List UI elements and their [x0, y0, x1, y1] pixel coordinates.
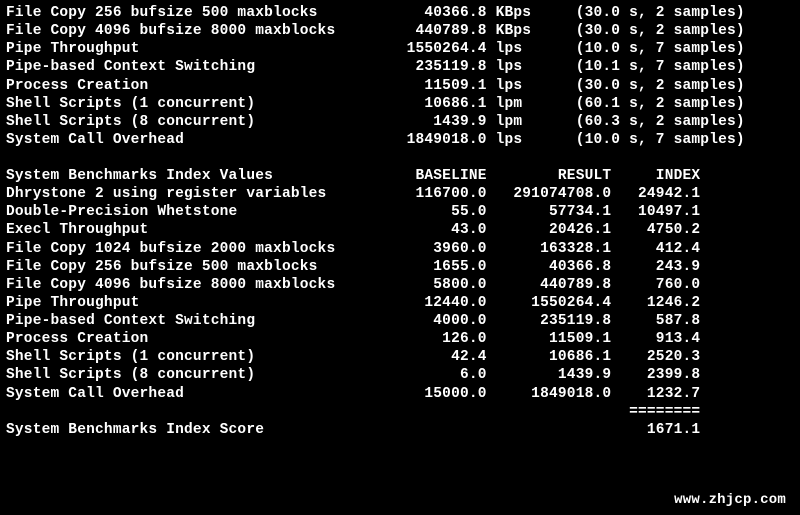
index-separator: ========: [6, 403, 794, 421]
benchmark-row: File Copy 256 bufsize 500 maxblocks 4036…: [6, 4, 794, 22]
index-row: File Copy 256 bufsize 500 maxblocks 1655…: [6, 258, 794, 276]
benchmark-row: Pipe Throughput 1550264.4 lps (10.0 s, 7…: [6, 40, 794, 58]
benchmark-row: File Copy 4096 bufsize 8000 maxblocks 44…: [6, 22, 794, 40]
benchmark-row: Process Creation 11509.1 lps (30.0 s, 2 …: [6, 77, 794, 95]
benchmark-row: Shell Scripts (1 concurrent) 10686.1 lpm…: [6, 95, 794, 113]
index-row: Shell Scripts (8 concurrent) 6.0 1439.9 …: [6, 366, 794, 384]
index-header-row: System Benchmarks Index Values BASELINE …: [6, 167, 794, 185]
terminal-output: File Copy 256 bufsize 500 maxblocks 4036…: [0, 0, 800, 443]
index-row: Process Creation 126.0 11509.1 913.4: [6, 330, 794, 348]
benchmark-row: System Call Overhead 1849018.0 lps (10.0…: [6, 131, 794, 149]
benchmark-row: Shell Scripts (8 concurrent) 1439.9 lpm …: [6, 113, 794, 131]
watermark: www.zhjcp.com: [674, 492, 786, 510]
index-row: Pipe-based Context Switching 4000.0 2351…: [6, 312, 794, 330]
index-row: Double-Precision Whetstone 55.0 57734.1 …: [6, 203, 794, 221]
index-score-row: System Benchmarks Index Score 1671.1: [6, 421, 794, 439]
benchmark-row: Pipe-based Context Switching 235119.8 lp…: [6, 58, 794, 76]
index-row: File Copy 1024 bufsize 2000 maxblocks 39…: [6, 240, 794, 258]
index-row: Shell Scripts (1 concurrent) 42.4 10686.…: [6, 348, 794, 366]
index-row: Pipe Throughput 12440.0 1550264.4 1246.2: [6, 294, 794, 312]
index-row: System Call Overhead 15000.0 1849018.0 1…: [6, 385, 794, 403]
index-row: Dhrystone 2 using register variables 116…: [6, 185, 794, 203]
index-row: Execl Throughput 43.0 20426.1 4750.2: [6, 221, 794, 239]
index-row: File Copy 4096 bufsize 8000 maxblocks 58…: [6, 276, 794, 294]
